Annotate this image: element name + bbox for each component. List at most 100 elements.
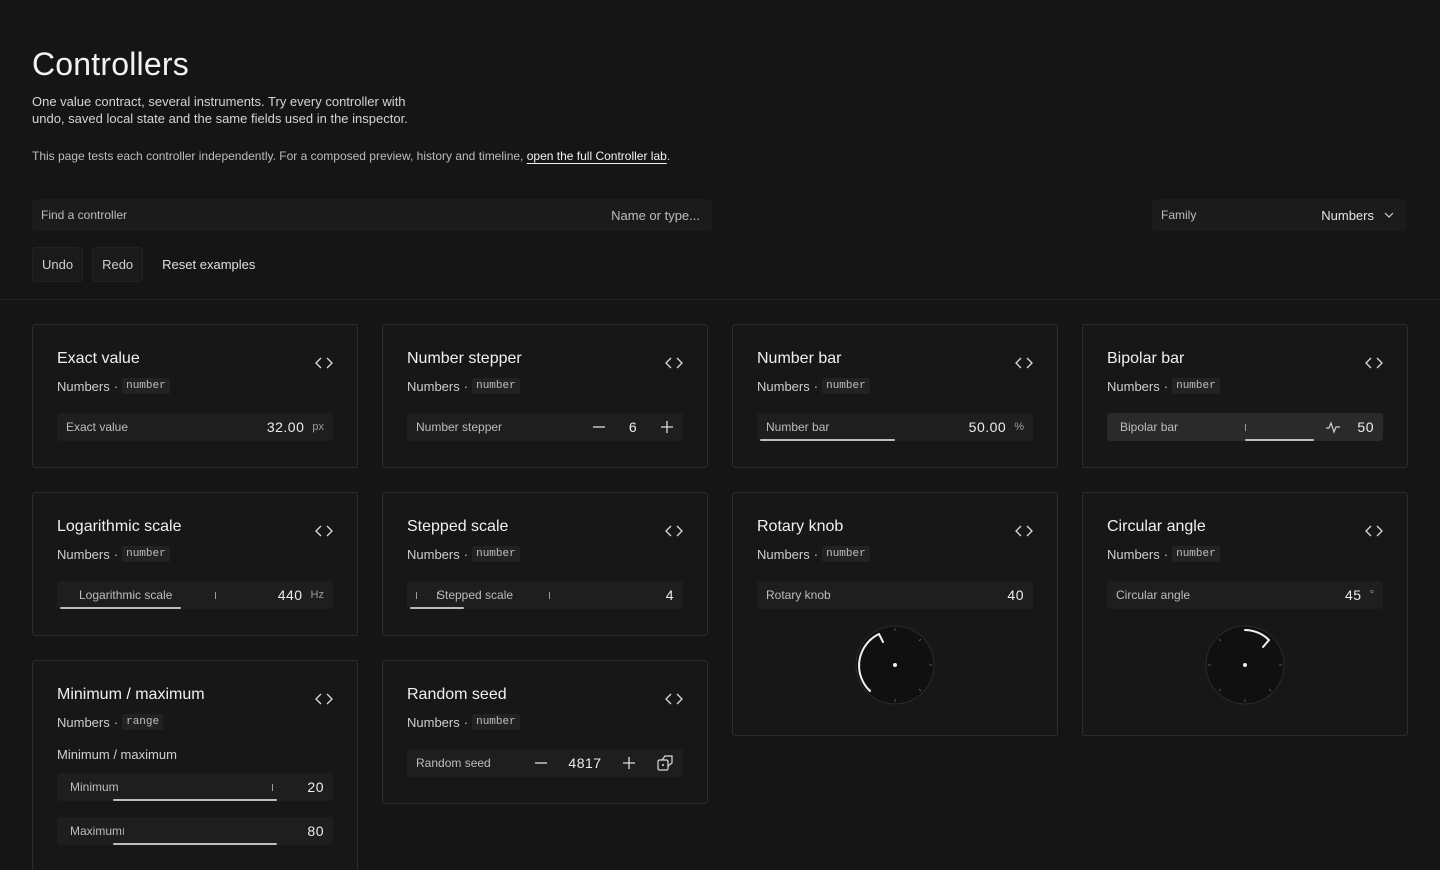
meta-dot: · [463, 378, 469, 394]
card-meta: Numbers · number [407, 378, 520, 394]
exact-value-field[interactable]: Exact value 32.00 px [57, 413, 333, 441]
card-meta: Numbers · number [57, 378, 170, 394]
type-tag: number [822, 546, 870, 562]
chevron-down-icon [1384, 212, 1394, 218]
rotary-knob-field[interactable]: Rotary knob 40 [757, 581, 1033, 609]
type-tag: range [122, 714, 164, 730]
page-subtitle: One value contract, several instruments.… [32, 94, 408, 126]
minus-icon[interactable] [592, 420, 606, 434]
step-tick [437, 592, 438, 599]
number-bar-slider[interactable]: Number bar 50.00 % [757, 413, 1033, 441]
card-logarithmic-scale: Logarithmic scale Numbers · number Logarit… [32, 492, 358, 636]
card-title: Logarithmic scale [57, 518, 182, 535]
scale-tick [130, 592, 131, 599]
control-value[interactable]: 4 [666, 587, 674, 603]
type-tag: number [472, 378, 520, 394]
circular-angle-field[interactable]: Circular angle 45 ° [1107, 581, 1383, 609]
max-label: Maximum [70, 824, 123, 838]
range-group-label: Minimum / maximum [57, 747, 177, 762]
scale-tick [215, 592, 216, 599]
control-value[interactable]: 32.00 [267, 419, 305, 435]
control-label: Exact value [66, 420, 129, 434]
family-name: Numbers [407, 714, 460, 730]
center-tick [1245, 424, 1246, 431]
card-title: Number stepper [407, 350, 522, 367]
family-label: Family [1161, 208, 1197, 222]
code-brackets-icon[interactable] [1015, 356, 1033, 370]
family-name: Numbers [1107, 378, 1160, 394]
code-brackets-icon[interactable] [315, 356, 333, 370]
minimum-slider[interactable]: Minimum 20 [57, 773, 333, 801]
card-meta: Numbers · number [757, 546, 870, 562]
plus-icon[interactable] [660, 420, 674, 434]
min-value[interactable]: 20 [307, 779, 324, 795]
code-brackets-icon[interactable] [1365, 356, 1383, 370]
family-name: Numbers [757, 378, 810, 394]
plus-icon[interactable] [622, 756, 636, 770]
card-meta: Numbers · number [757, 378, 870, 394]
section-divider [0, 299, 1440, 300]
family-name: Numbers [757, 546, 810, 562]
card-number-bar: Number bar Numbers · number Number bar 50.… [732, 324, 1058, 468]
search-input[interactable]: Find a controller Name or type... [32, 199, 712, 231]
dice-icon[interactable] [656, 754, 674, 772]
redo-button[interactable]: Redo [92, 247, 144, 282]
meta-dot: · [813, 378, 819, 394]
search-label: Find a controller [41, 208, 128, 222]
type-tag: number [1172, 378, 1220, 394]
pulse-icon[interactable] [1325, 420, 1341, 434]
minus-icon[interactable] [534, 756, 548, 770]
card-rotary-knob: Rotary knob Numbers · number Rotary knob 4… [732, 492, 1058, 736]
card-title: Bipolar bar [1107, 350, 1185, 367]
card-meta: Numbers · number [57, 546, 170, 562]
family-name: Numbers [57, 714, 110, 730]
bar-fill [60, 607, 181, 609]
min-tick [272, 784, 273, 791]
card-meta: Numbers · number [1107, 546, 1220, 562]
bar-fill [1245, 439, 1314, 441]
type-tag: number [1172, 546, 1220, 562]
card-meta: Numbers · number [407, 546, 520, 562]
code-brackets-icon[interactable] [315, 692, 333, 706]
undo-button[interactable]: Undo [32, 247, 84, 282]
family-name: Numbers [1107, 546, 1160, 562]
control-value[interactable]: 45 [1345, 587, 1362, 603]
control-unit: % [1014, 421, 1024, 433]
control-value[interactable]: 6 [606, 419, 660, 435]
stepped-scale-slider[interactable]: Stepped scale 4 [407, 581, 683, 609]
controller-lab-link[interactable]: open the full Controller lab [527, 149, 667, 163]
control-value[interactable]: 40 [1007, 587, 1024, 603]
code-brackets-icon[interactable] [315, 524, 333, 538]
control-value[interactable]: 50.00 [969, 419, 1007, 435]
circular-angle-dial[interactable] [1205, 625, 1285, 705]
card-title: Random seed [407, 686, 507, 703]
page-title: Controllers [32, 46, 189, 82]
bar-fill [760, 439, 895, 441]
code-brackets-icon[interactable] [665, 356, 683, 370]
family-name: Numbers [57, 378, 110, 394]
code-brackets-icon[interactable] [1365, 524, 1383, 538]
control-value[interactable]: 4817 [548, 755, 622, 771]
code-brackets-icon[interactable] [665, 692, 683, 706]
code-brackets-icon[interactable] [665, 524, 683, 538]
random-seed-field: Random seed 4817 [407, 749, 683, 777]
family-select[interactable]: Family Numbers [1152, 199, 1406, 231]
meta-dot: · [813, 546, 819, 562]
maximum-slider[interactable]: Maximum 80 [57, 817, 333, 845]
type-tag: number [822, 378, 870, 394]
control-unit: ° [1369, 589, 1374, 601]
code-brackets-icon[interactable] [1015, 524, 1033, 538]
bipolar-bar-slider[interactable]: Bipolar bar 50 [1107, 413, 1383, 441]
control-label: Rotary knob [766, 588, 831, 602]
max-value[interactable]: 80 [307, 823, 324, 839]
control-label: Random seed [416, 756, 491, 770]
min-bar-fill [113, 799, 277, 801]
rotary-knob-dial[interactable] [855, 625, 935, 705]
logarithmic-scale-slider[interactable]: Logarithmic scale 440 Hz [57, 581, 333, 609]
reset-examples-button[interactable]: Reset examples [152, 247, 265, 282]
card-title: Minimum / maximum [57, 686, 205, 703]
search-placeholder: Name or type... [611, 207, 700, 223]
control-value[interactable]: 440 [278, 587, 303, 603]
history-actions: Undo Redo Reset examples [32, 247, 265, 282]
control-value[interactable]: 50 [1357, 419, 1374, 435]
